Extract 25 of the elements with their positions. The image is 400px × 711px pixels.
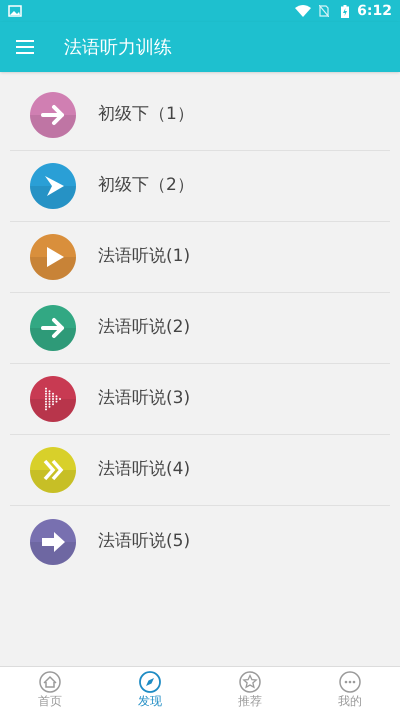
list-item[interactable]: 法语听说(3)	[10, 364, 390, 435]
item-label: 初级下（1）	[98, 103, 194, 126]
more-icon	[339, 670, 361, 692]
menu-icon[interactable]	[16, 40, 34, 54]
item-label: 法语听说(3)	[98, 387, 190, 410]
list-item[interactable]: 初级下（1）	[10, 80, 390, 151]
list-item[interactable]: 法语听说(1)	[10, 222, 390, 293]
compass-icon	[139, 670, 161, 692]
list-item[interactable]: 法语听说(2)	[10, 293, 390, 364]
item-label: 法语听说(2)	[98, 316, 190, 340]
item-label: 初级下（2）	[98, 174, 194, 198]
app-title: 法语听力训练	[64, 36, 172, 60]
item-label: 法语听说(1)	[98, 245, 190, 268]
item-label: 法语听说(5)	[98, 530, 190, 553]
no-sim-icon	[319, 5, 330, 17]
list-item[interactable]: 初级下（2）	[10, 151, 390, 222]
nav-tab[interactable]: 发现	[100, 667, 200, 711]
image-icon	[8, 5, 22, 17]
clock-time: 6:12	[357, 2, 392, 20]
wifi-icon	[295, 5, 312, 17]
home-icon	[39, 670, 61, 692]
list-item[interactable]: 法语听说(4)	[10, 435, 390, 506]
battery-icon	[341, 4, 350, 18]
item-label: 法语听说(4)	[98, 458, 190, 482]
list-item[interactable]: 法语听说(5)	[10, 506, 390, 577]
